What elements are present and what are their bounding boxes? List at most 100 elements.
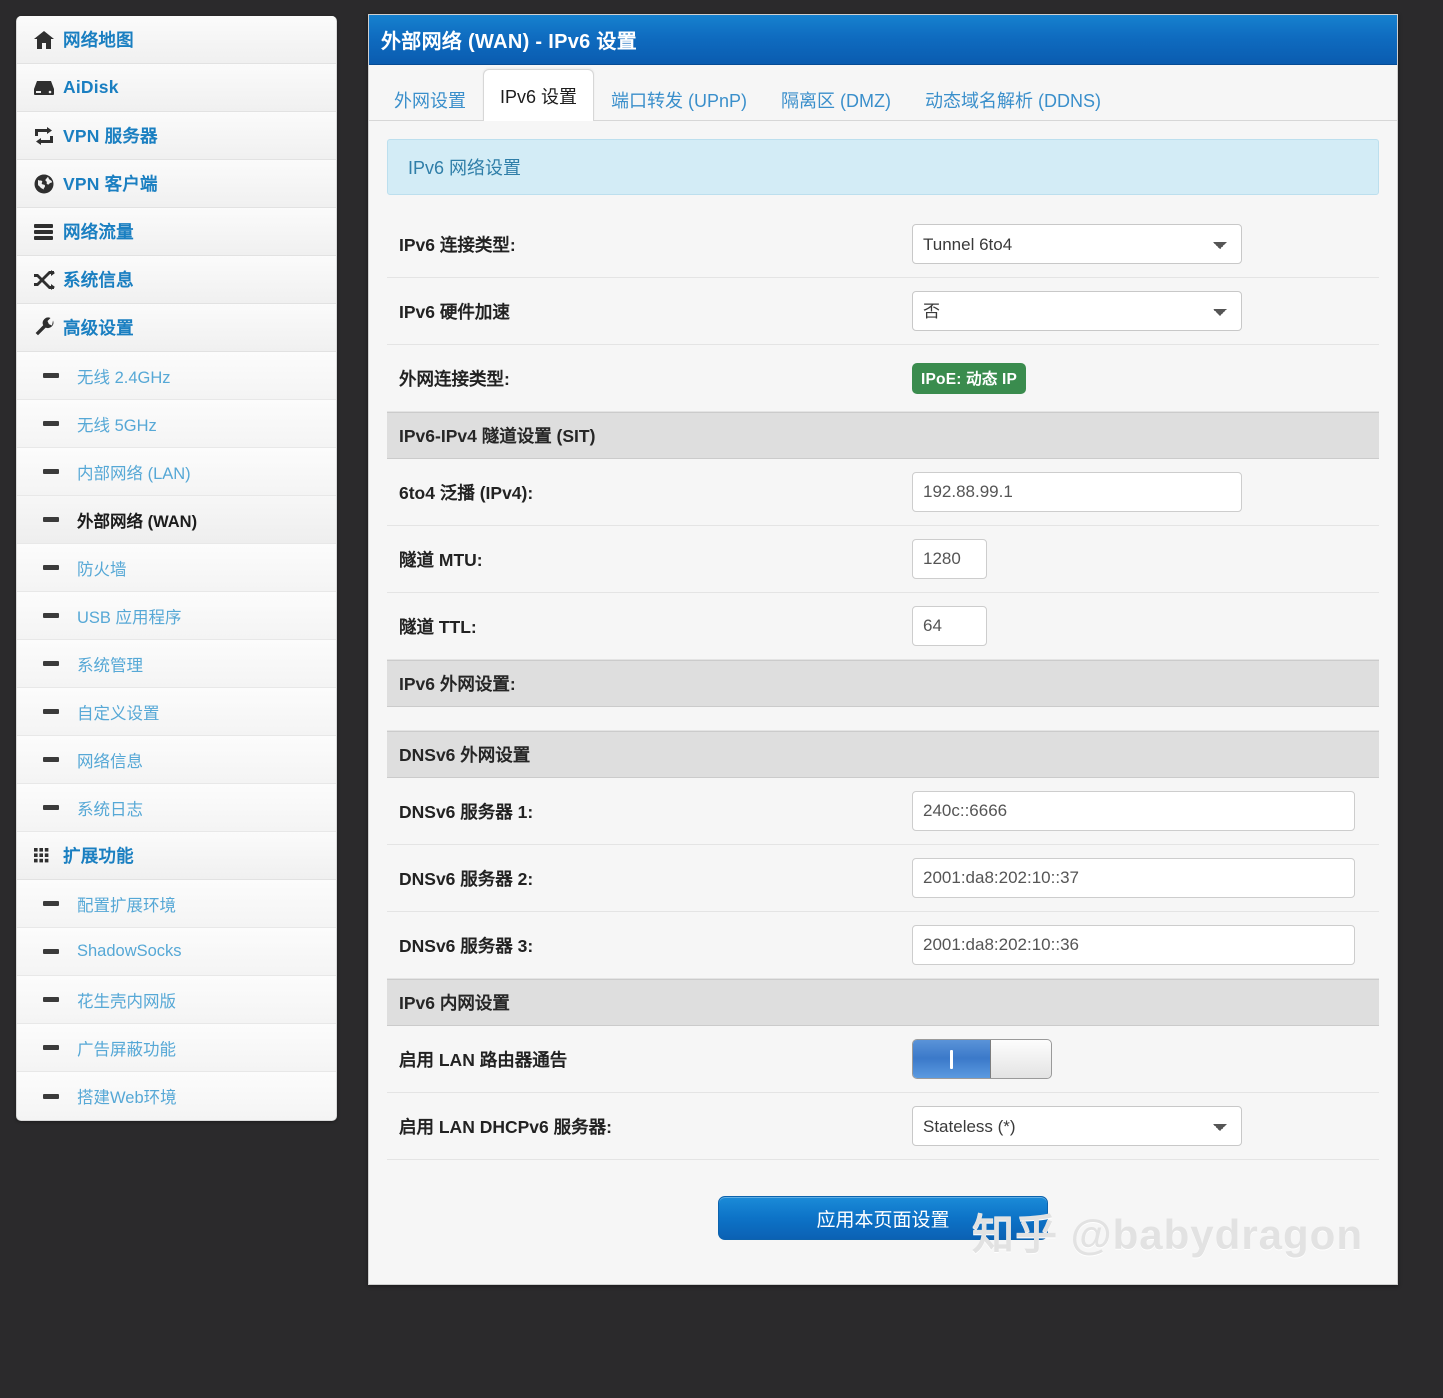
section-title: IPv6 内网设置 [399, 993, 510, 1013]
sidebar-item-extensions[interactable]: 扩展功能 [17, 832, 336, 880]
sidebar-item-label: 网络地图 [63, 30, 134, 50]
row-dnsv6-2: DNSv6 服务器 2: [387, 845, 1379, 912]
row-tunnel-mtu: 隧道 MTU: [387, 526, 1379, 593]
server-icon [33, 222, 63, 242]
toggle-on-segment [913, 1040, 991, 1078]
sidebar-item-vpn-server[interactable]: VPN 服务器 [17, 112, 336, 160]
sidebar-item-label: AiDisk [63, 77, 119, 97]
sidebar-item-label: VPN 客户端 [63, 174, 158, 194]
tab-port-forward[interactable]: 端口转发 (UPnP) [594, 77, 764, 121]
sidebar-item-label: VPN 服务器 [63, 126, 158, 146]
row-wan-conn-type: 外网连接类型: IPoE: 动态 IP [387, 345, 1379, 412]
sidebar-item-label: 无线 2.4GHz [77, 368, 171, 387]
sidebar-item-label: 网络信息 [77, 752, 143, 771]
sidebar-item-aidisk[interactable]: AiDisk [17, 64, 336, 112]
sidebar-item-ad-block[interactable]: 广告屏蔽功能 [17, 1024, 336, 1072]
tunnel-mtu-input[interactable] [912, 539, 987, 579]
status-badge: IPoE: 动态 IP [912, 362, 1027, 394]
dash-icon [43, 997, 59, 1002]
6to4-anycast-input[interactable] [912, 472, 1242, 512]
info-banner: IPv6 网络设置 [387, 139, 1379, 195]
dash-icon [43, 901, 59, 906]
label-6to4-anycast: 6to4 泛播 (IPv4): [399, 482, 534, 503]
sidebar-item-label: 防火墙 [77, 560, 127, 579]
sidebar-item-label: 高级设置 [63, 318, 134, 338]
main-panel: 外部网络 (WAN) - IPv6 设置 外网设置 IPv6 设置 端口转发 (… [368, 14, 1398, 1285]
label-lan-router-advert: 启用 LAN 路由器通告 [399, 1049, 568, 1070]
row-6to4-anycast: 6to4 泛播 (IPv4): [387, 459, 1379, 526]
sidebar-item-label: 内部网络 (LAN) [77, 464, 191, 483]
sidebar-item-system-log[interactable]: 系统日志 [17, 784, 336, 832]
sidebar-item-label: 搭建Web环境 [77, 1089, 177, 1107]
sidebar-item-usb-app[interactable]: USB 应用程序 [17, 592, 336, 640]
sidebar-item-firewall[interactable]: 防火墙 [17, 544, 336, 592]
row-ipv6-hw-accel: IPv6 硬件加速 否 [387, 278, 1379, 345]
label-tunnel-ttl: 隧道 TTL: [399, 616, 477, 637]
label-tunnel-mtu: 隧道 MTU: [399, 549, 483, 570]
screenshot-root: 网络地图 AiDisk VPN 服务器 VPN 客户端 网络流量 系统信息 高级… [0, 0, 1443, 1398]
info-banner-text: IPv6 网络设置 [408, 158, 522, 178]
tab-ddns[interactable]: 动态域名解析 (DDNS) [908, 77, 1118, 121]
sidebar-item-administration[interactable]: 系统管理 [17, 640, 336, 688]
sidebar-item-label: USB 应用程序 [77, 608, 182, 627]
sidebar-item-label: 配置扩展环境 [77, 896, 176, 915]
sidebar-item-wireless-5[interactable]: 无线 5GHz [17, 400, 336, 448]
section-header-ipv6-lan: IPv6 内网设置 [387, 979, 1379, 1026]
sidebar-item-wan[interactable]: 外部网络 (WAN) [17, 496, 336, 544]
lan-router-advert-toggle[interactable] [912, 1039, 1052, 1079]
tunnel-ttl-input[interactable] [912, 606, 987, 646]
dash-icon [43, 469, 59, 474]
sidebar-item-system-info[interactable]: 系统信息 [17, 256, 336, 304]
ipv6-conn-type-select[interactable]: Tunnel 6to4 [912, 224, 1242, 264]
dash-icon [43, 613, 59, 618]
sidebar-item-network-map[interactable]: 网络地图 [17, 16, 336, 64]
section-header-dnsv6: DNSv6 外网设置 [387, 731, 1379, 778]
sidebar-item-shadowsocks[interactable]: ShadowSocks [17, 928, 336, 976]
sidebar-item-advanced[interactable]: 高级设置 [17, 304, 336, 352]
sidebar-item-label: ShadowSocks [77, 942, 182, 960]
label-ipv6-conn-type: IPv6 连接类型: [399, 234, 516, 255]
sidebar-item-label: 自定义设置 [77, 704, 160, 723]
dnsv6-server-1-input[interactable] [912, 791, 1355, 831]
dash-icon [43, 805, 59, 810]
wrench-icon [33, 316, 63, 339]
sidebar-item-vpn-client[interactable]: VPN 客户端 [17, 160, 336, 208]
sidebar-item-web-env[interactable]: 搭建Web环境 [17, 1072, 336, 1120]
dnsv6-server-3-input[interactable] [912, 925, 1355, 965]
row-lan-dhcpv6: 启用 LAN DHCPv6 服务器: Stateless (*) [387, 1093, 1379, 1160]
tab-dmz[interactable]: 隔离区 (DMZ) [764, 77, 908, 121]
dash-icon [43, 373, 59, 378]
sidebar-item-lan[interactable]: 内部网络 (LAN) [17, 448, 336, 496]
sidebar-item-oray-intranet[interactable]: 花生壳内网版 [17, 976, 336, 1024]
sidebar-item-traffic[interactable]: 网络流量 [17, 208, 336, 256]
label-dnsv6-3: DNSv6 服务器 3: [399, 935, 534, 956]
sidebar-item-configure-extensions[interactable]: 配置扩展环境 [17, 880, 336, 928]
page-titlebar: 外部网络 (WAN) - IPv6 设置 [369, 15, 1397, 65]
tab-ipv6-settings[interactable]: IPv6 设置 [483, 69, 595, 121]
toggle-bar-icon [950, 1049, 953, 1069]
ipv6-hw-accel-select[interactable]: 否 [912, 291, 1242, 331]
sidebar: 网络地图 AiDisk VPN 服务器 VPN 客户端 网络流量 系统信息 高级… [16, 16, 337, 1121]
row-tunnel-ttl: 隧道 TTL: [387, 593, 1379, 660]
dash-icon [43, 949, 59, 954]
lan-dhcpv6-select[interactable]: Stateless (*) [912, 1106, 1242, 1146]
apply-button-wrap: 应用本页面设置 [387, 1160, 1379, 1284]
dash-icon [43, 757, 59, 762]
section-title: DNSv6 外网设置 [399, 745, 531, 765]
home-icon [33, 30, 63, 50]
dnsv6-server-2-input[interactable] [912, 858, 1355, 898]
section-title: IPv6-IPv4 隧道设置 (SIT) [399, 426, 596, 446]
sidebar-item-custom-settings[interactable]: 自定义设置 [17, 688, 336, 736]
toggle-knob [991, 1040, 1051, 1078]
apply-settings-button[interactable]: 应用本页面设置 [718, 1196, 1048, 1240]
sidebar-item-wireless-24[interactable]: 无线 2.4GHz [17, 352, 336, 400]
settings-content: IPv6 网络设置 IPv6 连接类型: Tunnel 6to4 IPv6 硬件… [369, 121, 1397, 1284]
section-spacer [387, 707, 1379, 731]
disk-icon [33, 79, 63, 97]
sidebar-item-label: 系统信息 [63, 270, 134, 290]
sidebar-item-label: 系统日志 [77, 800, 143, 819]
sidebar-item-label: 系统管理 [77, 656, 143, 675]
section-header-ipv6-wan: IPv6 外网设置: [387, 660, 1379, 707]
tab-wan-settings[interactable]: 外网设置 [377, 77, 483, 121]
sidebar-item-network-info[interactable]: 网络信息 [17, 736, 336, 784]
